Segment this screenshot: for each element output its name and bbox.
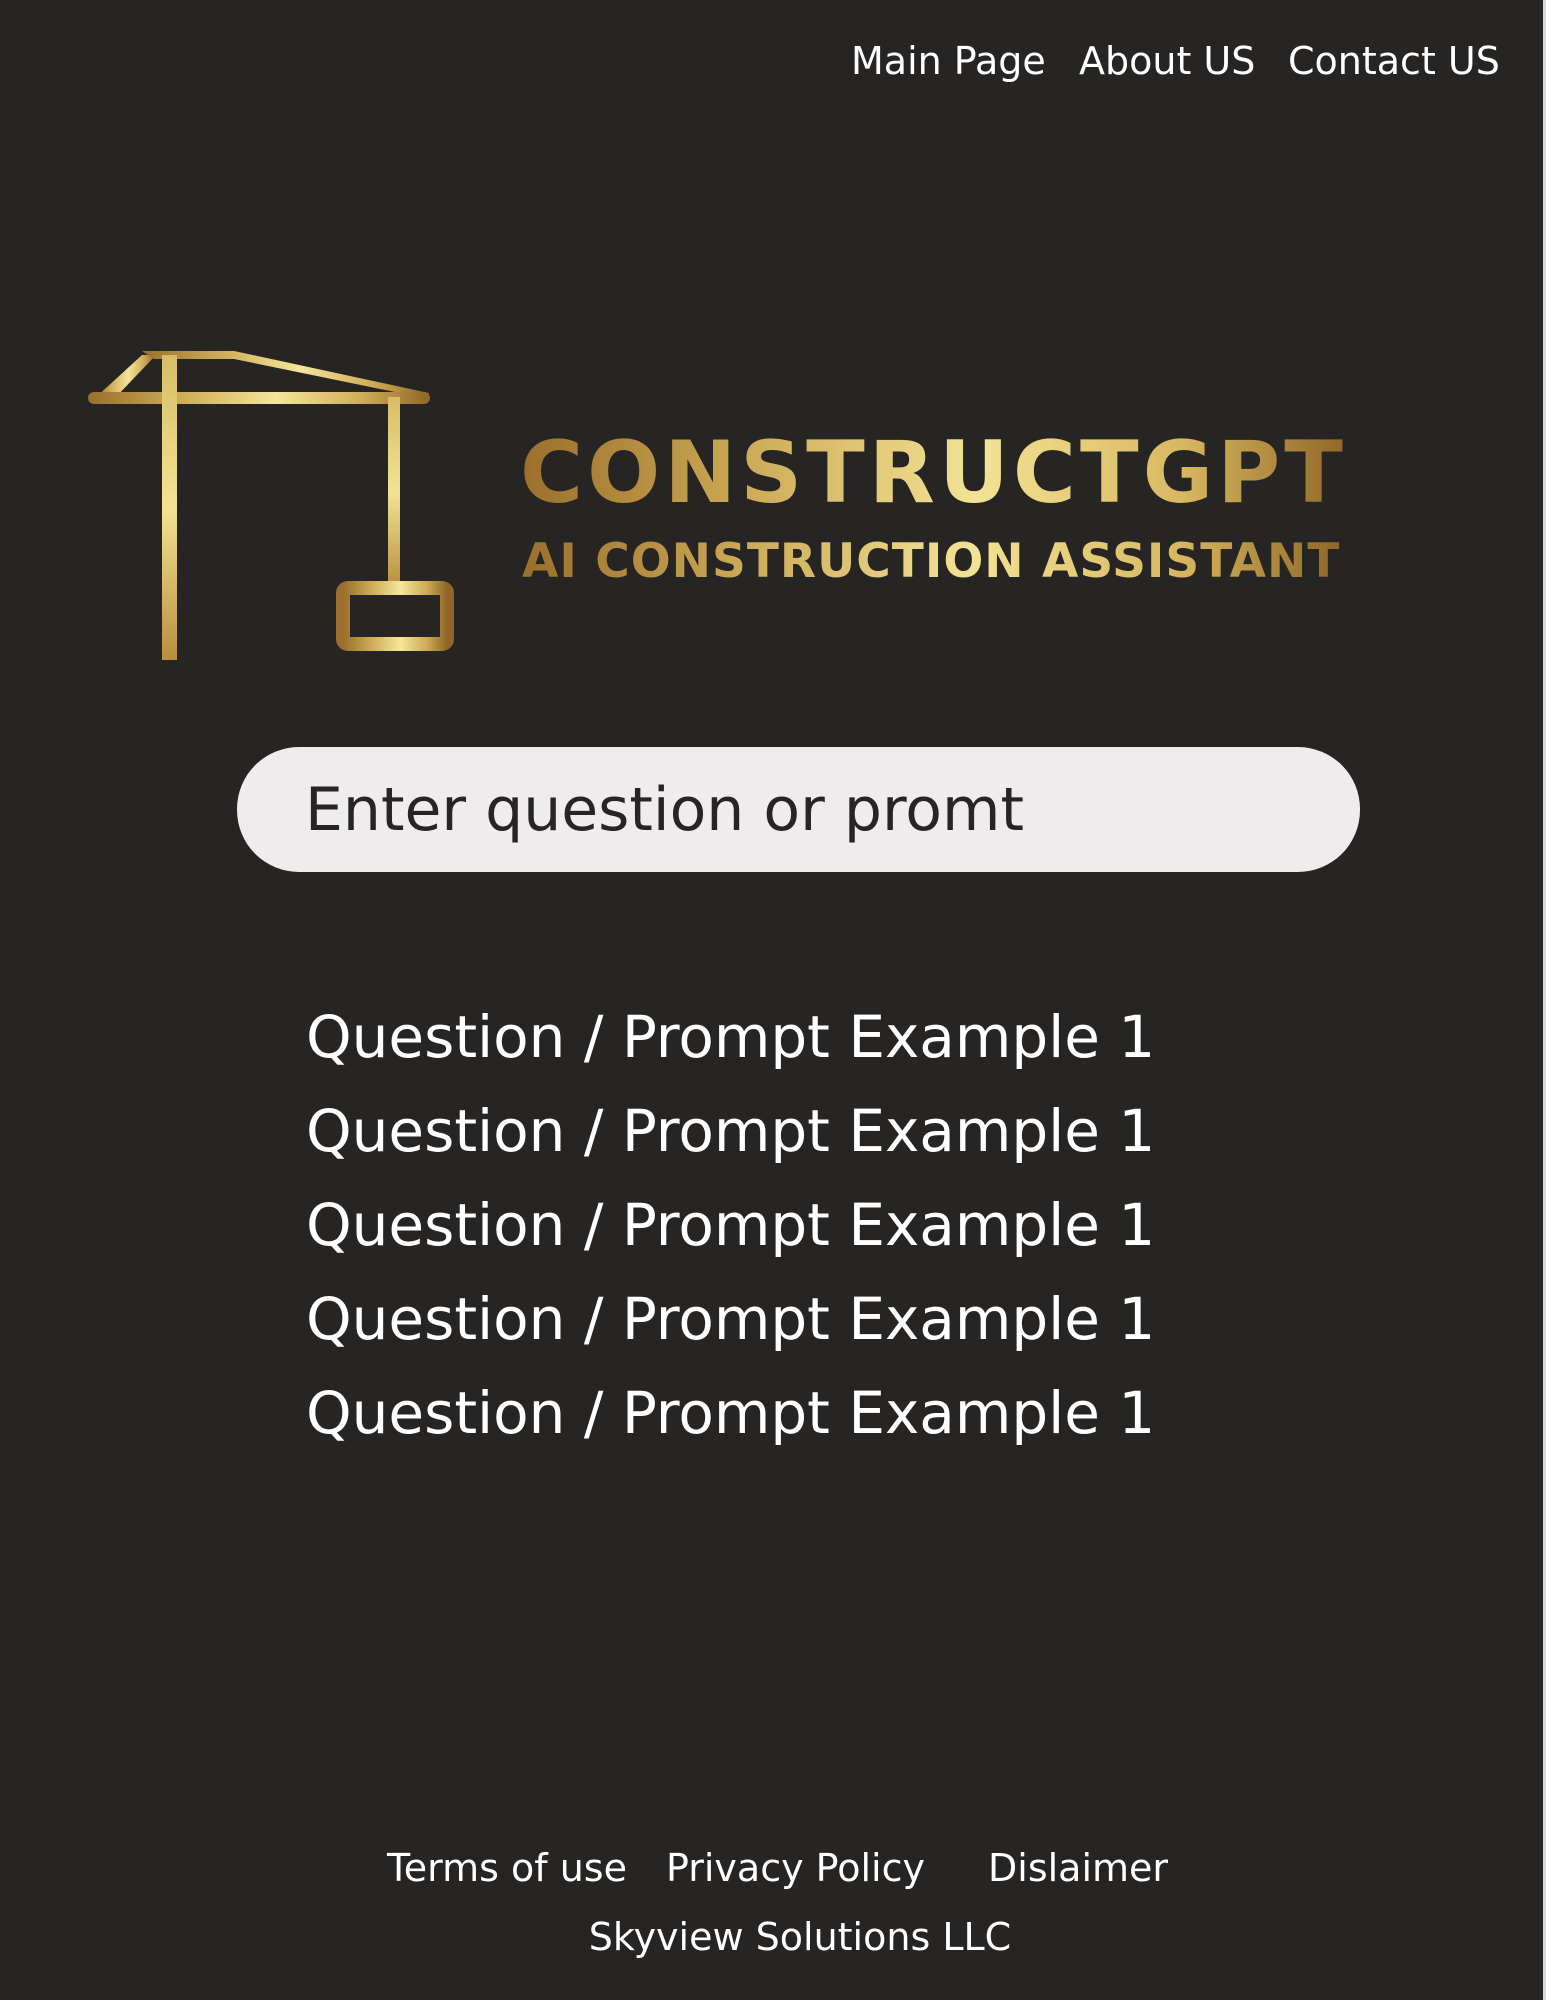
- example-prompt-4[interactable]: Question / Prompt Example 1: [306, 1272, 1155, 1366]
- example-prompt-5[interactable]: Question / Prompt Example 1: [306, 1366, 1155, 1460]
- nav-link-contact-us[interactable]: Contact US: [1288, 36, 1500, 86]
- example-prompt-1[interactable]: Question / Prompt Example 1: [306, 990, 1155, 1084]
- footer-link-disclaimer[interactable]: Dislaimer: [988, 1843, 1168, 1893]
- footer-link-privacy-policy[interactable]: Privacy Policy: [666, 1843, 925, 1893]
- footer-company-name: Skyview Solutions LLC: [588, 1915, 1012, 1959]
- footer-link-terms-of-use[interactable]: Terms of use: [387, 1843, 627, 1893]
- nav-link-main-page[interactable]: Main Page: [851, 36, 1046, 86]
- example-prompt-2[interactable]: Question / Prompt Example 1: [306, 1084, 1155, 1178]
- nav-link-about-us[interactable]: About US: [1079, 36, 1255, 86]
- tower-crane-icon: [88, 351, 454, 660]
- search-input[interactable]: [305, 747, 1305, 872]
- brand-name: CONSTRUCTGPT: [520, 418, 1347, 528]
- example-prompt-3[interactable]: Question / Prompt Example 1: [306, 1178, 1155, 1272]
- example-prompts-list: Question / Prompt Example 1 Question / P…: [306, 990, 1155, 1460]
- brand-tagline: AI CONSTRUCTION ASSISTANT: [522, 532, 1340, 592]
- search-bar: [237, 747, 1360, 872]
